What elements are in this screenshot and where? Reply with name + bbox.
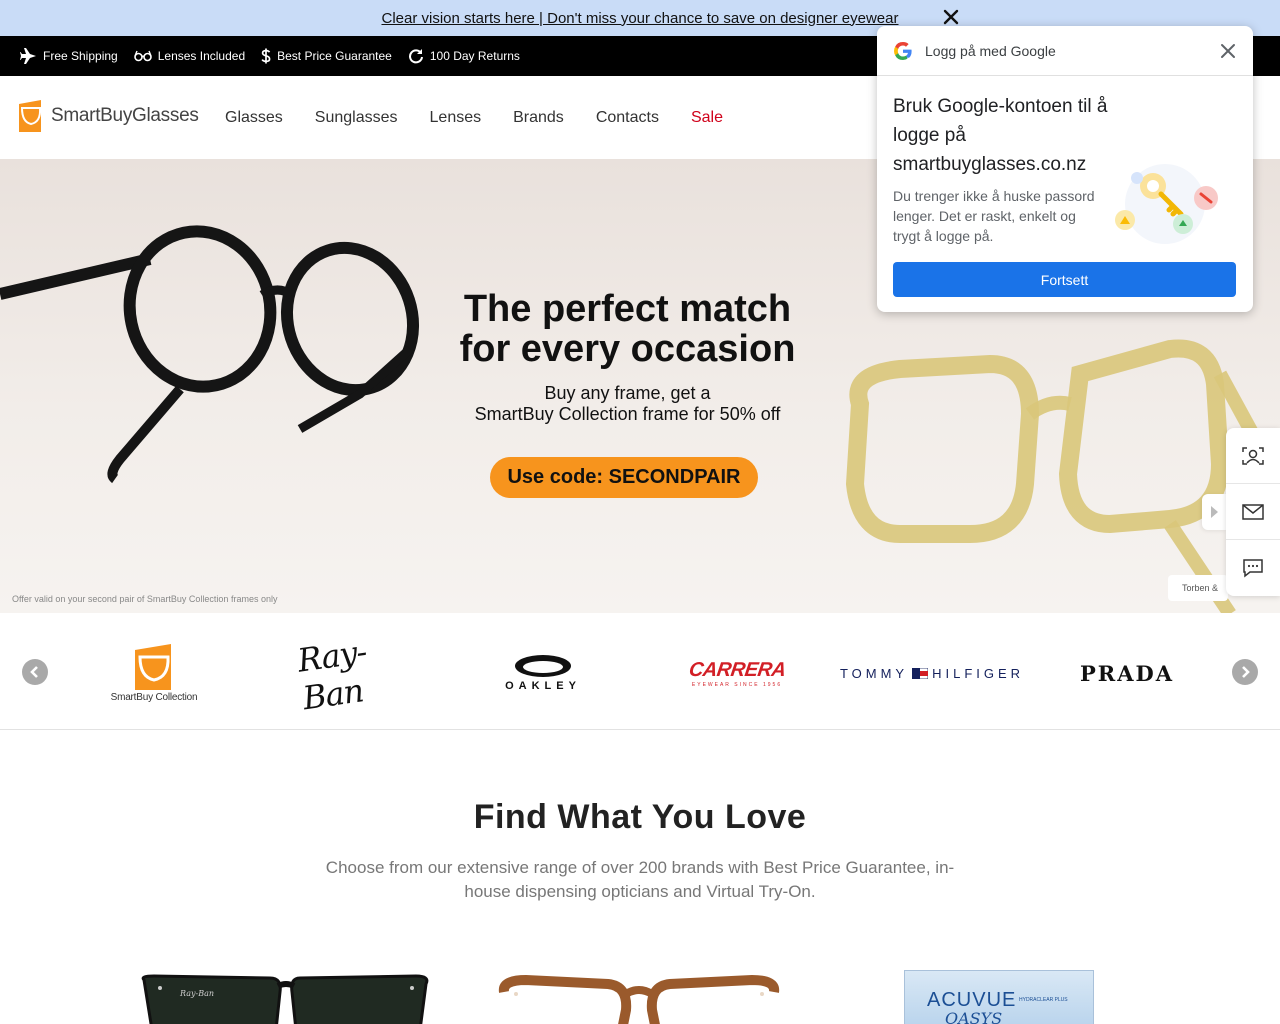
google-popup-description: Du trenger ikke å huske passord lenger. … — [893, 188, 1095, 244]
side-widget-toggle[interactable] — [1202, 494, 1226, 530]
close-icon[interactable] — [1217, 40, 1239, 62]
usp-best-price: Best Price Guarantee — [261, 48, 392, 64]
chevron-left-icon — [30, 666, 38, 678]
close-icon[interactable] — [940, 6, 962, 28]
rayban-logo: Ray-Ban — [295, 632, 369, 718]
hero-credit: Torben & — [1168, 575, 1228, 601]
brand-prada[interactable]: PRADA — [1078, 638, 1176, 708]
virtual-try-on-button[interactable] — [1226, 428, 1280, 484]
google-continue-button[interactable]: Fortsett — [893, 262, 1236, 297]
face-scan-icon — [1242, 446, 1264, 465]
oakley-logo-text: OAKLEY — [505, 680, 581, 692]
carousel-next-button[interactable] — [1232, 659, 1258, 685]
rayban-temple-text: Ray-Ban — [179, 989, 214, 998]
hilfiger-text: HILFIGER — [932, 665, 1025, 681]
promo-link[interactable]: Clear vision starts here | Don't miss yo… — [381, 10, 898, 27]
nav-item-glasses[interactable]: Glasses — [225, 109, 283, 127]
brand-carrera[interactable]: CARRERA EYEWEAR SINCE 1956 — [687, 638, 787, 708]
side-widget — [1226, 428, 1280, 596]
product-sunglasses[interactable]: Ray-Ban — [140, 970, 432, 1024]
google-signin-popup: Logg på med Google Bruk Google-kontoen t… — [877, 26, 1253, 312]
key-illustration-icon — [1115, 164, 1218, 244]
caret-right-icon — [1211, 506, 1218, 518]
brand-oakley[interactable]: OAKLEY — [496, 638, 590, 708]
smartbuy-logo-icon — [135, 643, 171, 690]
hero-subtitle-line2: SmartBuy Collection frame for 50% off — [474, 404, 781, 424]
email-button[interactable] — [1226, 484, 1280, 540]
dollar-icon — [261, 48, 271, 64]
brands-carousel: SmartBuy Collection Ray-Ban OAKLEY CARRE… — [0, 613, 1280, 730]
plane-icon — [20, 48, 36, 64]
hero-disclaimer: Offer valid on your second pair of Smart… — [12, 594, 278, 604]
usp-label: Best Price Guarantee — [277, 49, 392, 63]
tommy-text: TOMMY — [839, 665, 909, 681]
mail-icon — [1242, 503, 1264, 520]
section-title: Find What You Love — [473, 798, 807, 836]
main-nav: Glasses Sunglasses Lenses Brands Contact… — [225, 76, 723, 159]
acuvue-box-image: ACUVUE OASYS HYDRACLEAR PLUS — [904, 970, 1094, 1024]
hero-subtitle-line1: Buy any frame, get a — [544, 383, 711, 403]
usp-label: Free Shipping — [43, 49, 118, 63]
nav-item-sunglasses[interactable]: Sunglasses — [315, 109, 398, 127]
hero-subtitle: Buy any frame, get a SmartBuy Collection… — [440, 383, 815, 425]
nav-item-sale[interactable]: Sale — [691, 109, 723, 127]
usp-returns: 100 Day Returns — [408, 48, 520, 64]
carousel-prev-button[interactable] — [22, 659, 48, 685]
carrera-tagline: EYEWEAR SINCE 1956 — [691, 681, 783, 688]
site-logo[interactable]: SmartBuyGlasses — [19, 100, 199, 132]
nav-item-lenses[interactable]: Lenses — [430, 109, 482, 127]
section-subtitle: Choose from our extensive range of over … — [325, 858, 955, 901]
nav-item-brands[interactable]: Brands — [513, 109, 564, 127]
chevron-right-icon — [1242, 666, 1250, 678]
product-glasses[interactable] — [496, 970, 782, 1024]
tommy-logo: TOMMY HILFIGER — [840, 666, 1024, 681]
usp-lenses-included: Lenses Included — [133, 49, 246, 63]
google-popup-header-title: Logg på med Google — [925, 42, 1056, 59]
hero-title: The perfect match for every occasion — [440, 289, 815, 369]
acuvue-tag-text: HYDRACLEAR PLUS — [1019, 997, 1068, 1003]
black-glasses-image — [0, 225, 420, 484]
nav-item-contacts[interactable]: Contacts — [596, 109, 659, 127]
rayban-sunglasses-image: Ray-Ban — [141, 974, 429, 1024]
logo-text: SmartBuyGlasses — [51, 105, 199, 126]
logo-glasses-icon — [19, 100, 42, 132]
product-contacts[interactable]: ACUVUE OASYS HYDRACLEAR PLUS — [904, 970, 1094, 1024]
brand-rayban[interactable]: Ray-Ban — [295, 632, 396, 717]
brand-smartbuy-collection[interactable]: SmartBuy Collection — [108, 638, 200, 708]
prada-logo: PRADA — [1079, 660, 1175, 686]
brand-label: SmartBuy Collection — [110, 691, 198, 703]
refresh-icon — [408, 49, 423, 64]
glasses-icon — [133, 50, 152, 62]
hero-title-line2: for every occasion — [459, 328, 796, 370]
brand-tommy-hilfiger[interactable]: TOMMY HILFIGER — [840, 638, 1020, 708]
tommy-flag-icon — [912, 667, 929, 679]
oakley-ellipse-icon — [515, 655, 571, 677]
google-popup-header: Logg på med Google — [877, 26, 1253, 76]
chat-button[interactable] — [1226, 540, 1280, 596]
google-logo-icon — [894, 41, 912, 60]
yellow-glasses-image — [845, 339, 1280, 613]
chat-icon — [1243, 559, 1263, 578]
acuvue-line-text: OASYS — [945, 1009, 1003, 1024]
usp-label: Lenses Included — [157, 49, 246, 63]
promo-code-button[interactable]: Use code: SECONDPAIR — [490, 457, 758, 498]
usp-free-shipping: Free Shipping — [20, 48, 118, 64]
hero-title-line1: The perfect match — [463, 288, 792, 330]
usp-label: 100 Day Returns — [429, 49, 520, 63]
tortoise-glasses-image — [498, 974, 780, 1024]
carrera-logo: CARRERA — [687, 658, 787, 681]
